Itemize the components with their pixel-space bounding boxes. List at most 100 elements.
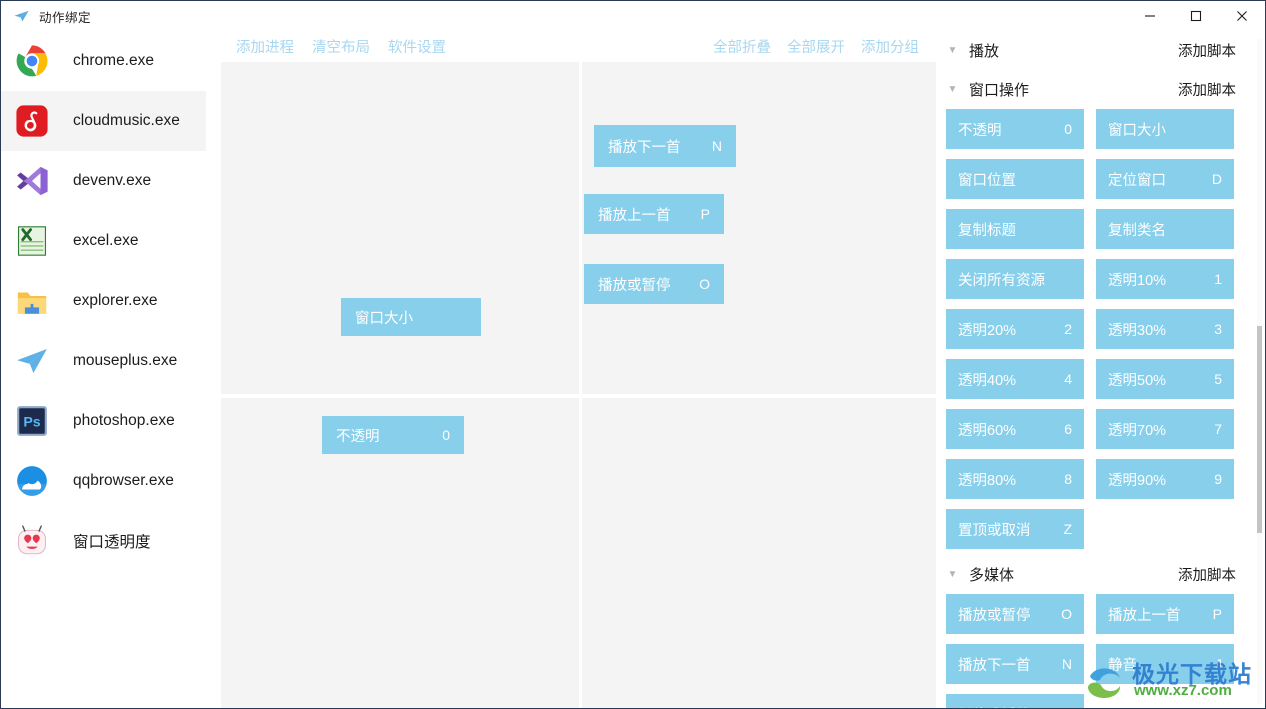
sidebar-item-cloudmusic[interactable]: cloudmusic.exe [1,91,206,151]
close-button[interactable] [1219,1,1265,31]
add-group-link[interactable]: 添加分组 [861,36,919,57]
action-button[interactable]: 置顶或取消 Z [946,509,1084,549]
toolbar-right-group: 全部折叠 全部展开 添加分组 [713,36,919,57]
sidebar-item-chrome[interactable]: chrome.exe [1,31,206,91]
bound-action-chip[interactable]: 播放或暂停 O [584,264,724,304]
chip-key: N [711,138,722,154]
action-label: 透明20% [958,322,1017,339]
sidebar-item-explorer[interactable]: explorer.exe [1,271,206,331]
action-button[interactable]: 播放上一首 P [1096,594,1234,634]
chip-label: 不透明 [336,428,380,445]
action-button[interactable]: 透明70% 7 [1096,409,1234,449]
paper-plane-icon [10,1,32,31]
sidebar-item-label: cloudmusic.exe [73,112,180,129]
action-label: 窗口大小 [1108,122,1166,139]
action-button[interactable]: 透明80% 8 [946,459,1084,499]
qq-browser-icon [13,462,51,500]
group-header-multimedia[interactable]: ▼ 多媒体 添加脚本 [936,555,1249,594]
sidebar-item-excel[interactable]: excel.exe [1,211,206,271]
add-script-link[interactable]: 添加脚本 [1178,564,1236,585]
action-key: 4 [1064,371,1072,387]
chip-key: P [700,206,710,222]
chevron-down-icon[interactable]: ▼ [946,568,959,581]
action-button[interactable]: 透明20% 2 [946,309,1084,349]
title-bar: 动作绑定 [1,1,1265,31]
layout-grid: 窗口大小 播放下一首 N 播放上一首 P 播放或暂停 O 不透明 0 [221,62,940,708]
panel-scrollbar[interactable] [1257,39,1262,704]
chevron-down-icon[interactable]: ▼ [946,44,959,57]
bound-action-chip[interactable]: 窗口大小 [341,298,481,336]
action-button[interactable]: 透明10% 1 [1096,259,1234,299]
action-key: O [1061,606,1072,622]
action-label: 复制类名 [1108,222,1166,239]
chip-label: 播放上一首 [598,207,671,224]
action-label: 静音 [1108,657,1137,674]
photoshop-icon: Ps [13,402,51,440]
action-button[interactable]: 透明30% 3 [1096,309,1234,349]
add-script-link[interactable]: 添加脚本 [1178,40,1236,61]
window-ops-button-grid: 不透明 0 窗口大小 窗口位置 定位窗口 D 复制标题 复制类名 关闭所有资源 透明… [936,109,1249,549]
chip-key: O [699,276,710,292]
action-key: 8 [1064,471,1072,487]
action-label: 不透明 [958,122,1002,139]
process-sidebar[interactable]: chrome.exe cloudmusic.exe devenv.exe exc… [1,31,206,708]
scrollbar-thumb[interactable] [1257,326,1262,533]
chip-label: 播放或暂停 [598,277,671,294]
group-title: 窗口操作 [969,82,1030,99]
add-script-link[interactable]: 添加脚本 [1178,79,1236,100]
sidebar-item-label: devenv.exe [73,172,152,189]
expand-all-link[interactable]: 全部展开 [787,36,845,57]
action-label: 播放下一首 [958,657,1031,674]
group-header-window-ops[interactable]: ▼ 窗口操作 添加脚本 [936,70,1249,109]
top-right-zone[interactable]: 播放下一首 N 播放上一首 P 播放或暂停 O [582,62,940,394]
bound-action-chip[interactable]: 播放下一首 N [594,125,736,167]
action-button[interactable]: 透明60% 6 [946,409,1084,449]
chip-label: 窗口大小 [355,310,413,327]
group-title: 播放 [969,43,1000,60]
top-left-zone[interactable]: 窗口大小 [221,62,579,394]
app-settings-link[interactable]: 软件设置 [388,36,446,57]
minimize-button[interactable] [1127,1,1173,31]
action-button[interactable]: 窗口大小 [1096,109,1234,149]
action-key: 9 [1214,471,1222,487]
group-header-play[interactable]: ▼ 播放 添加脚本 [936,31,1249,70]
window-title: 动作绑定 [39,10,92,25]
action-button[interactable]: 透明50% 5 [1096,359,1234,399]
bottom-right-zone[interactable] [582,398,940,708]
action-button[interactable]: 播放下一首 N [946,644,1084,684]
action-button[interactable]: 关闭所有资源 [946,259,1084,299]
action-label: 透明40% [958,372,1017,389]
maximize-button[interactable] [1173,1,1219,31]
action-key: N [1061,656,1072,672]
action-button[interactable]: 定位窗口 D [1096,159,1234,199]
sidebar-item-devenv[interactable]: devenv.exe [1,151,206,211]
action-key: Z [1063,521,1072,537]
action-button[interactable]: 透明90% 9 [1096,459,1234,499]
action-key: 1 [1214,271,1222,287]
bound-action-chip[interactable]: 播放上一首 P [584,194,724,234]
sidebar-item-mouseplus[interactable]: mouseplus.exe [1,331,206,391]
chevron-down-icon[interactable]: ▼ [946,83,959,96]
action-label: 透明90% [1108,472,1167,489]
app-window: 动作绑定 chrome.exe cloudmusic.exe devenv.ex… [0,0,1266,709]
action-label: 暂停或播放 [958,704,1055,709]
sidebar-item-window-opacity[interactable]: 窗口透明度 [1,511,206,571]
add-process-link[interactable]: 添加进程 [236,36,294,57]
action-button[interactable]: 透明40% 4 [946,359,1084,399]
action-button[interactable]: 复制标题 [946,209,1084,249]
action-button[interactable]: 不透明 0 [946,109,1084,149]
action-button[interactable]: 复制类名 [1096,209,1234,249]
action-button[interactable]: 播放或暂停 O [946,594,1084,634]
action-library-panel[interactable]: ▼ 播放 添加脚本 ▼ 窗口操作 添加脚本 不透明 0 窗口大小 窗口位置 定位窗… [936,31,1265,709]
action-button[interactable]: 静音 J [1096,644,1234,684]
collapse-all-link[interactable]: 全部折叠 [713,36,771,57]
clear-layout-link[interactable]: 清空布局 [312,36,370,57]
action-key: D [1211,171,1222,187]
sidebar-item-photoshop[interactable]: Ps photoshop.exe [1,391,206,451]
bound-action-chip[interactable]: 不透明 0 [322,416,464,454]
action-button[interactable]: 窗口位置 [946,159,1084,199]
paper-plane-icon [13,342,51,380]
sidebar-item-qqbrowser[interactable]: qqbrowser.exe [1,451,206,511]
bottom-left-zone[interactable]: 不透明 0 [221,398,579,708]
action-button[interactable]: 暂停或播放B [946,694,1084,709]
